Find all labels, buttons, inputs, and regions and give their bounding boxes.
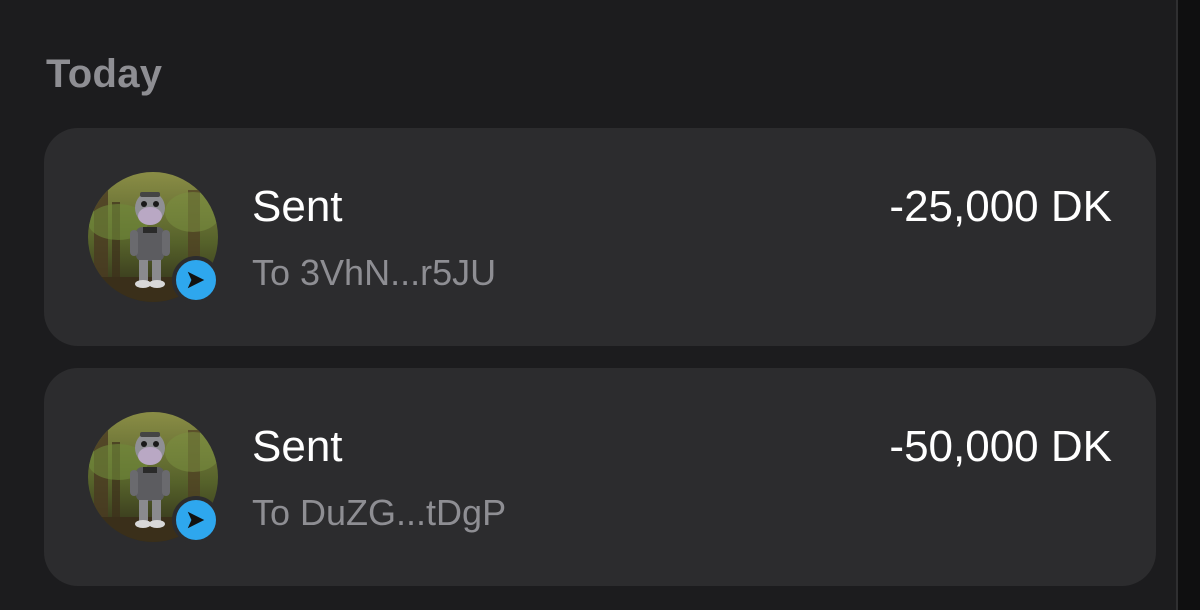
send-arrow-icon xyxy=(172,256,220,304)
transaction-row[interactable]: Sent To 3VhN...r5JU -25,000 DK xyxy=(44,128,1156,346)
transaction-recipient: To 3VhN...r5JU xyxy=(252,252,497,293)
side-panel-edge xyxy=(1176,0,1200,610)
transaction-recipient: To DuZG...tDgP xyxy=(252,492,507,533)
transaction-amount: -25,000 DK xyxy=(889,182,1112,231)
send-arrow-icon xyxy=(172,496,220,544)
transaction-amount: -50,000 DK xyxy=(889,422,1112,471)
transaction-type: Sent xyxy=(252,422,343,471)
section-title-today: Today xyxy=(46,52,163,96)
activity-screen: Today Sent To 3VhN...r5JU -25,000 DK Sen… xyxy=(0,0,1200,610)
transaction-row[interactable]: Sent To DuZG...tDgP -50,000 DK xyxy=(44,368,1156,586)
transaction-type: Sent xyxy=(252,182,343,231)
